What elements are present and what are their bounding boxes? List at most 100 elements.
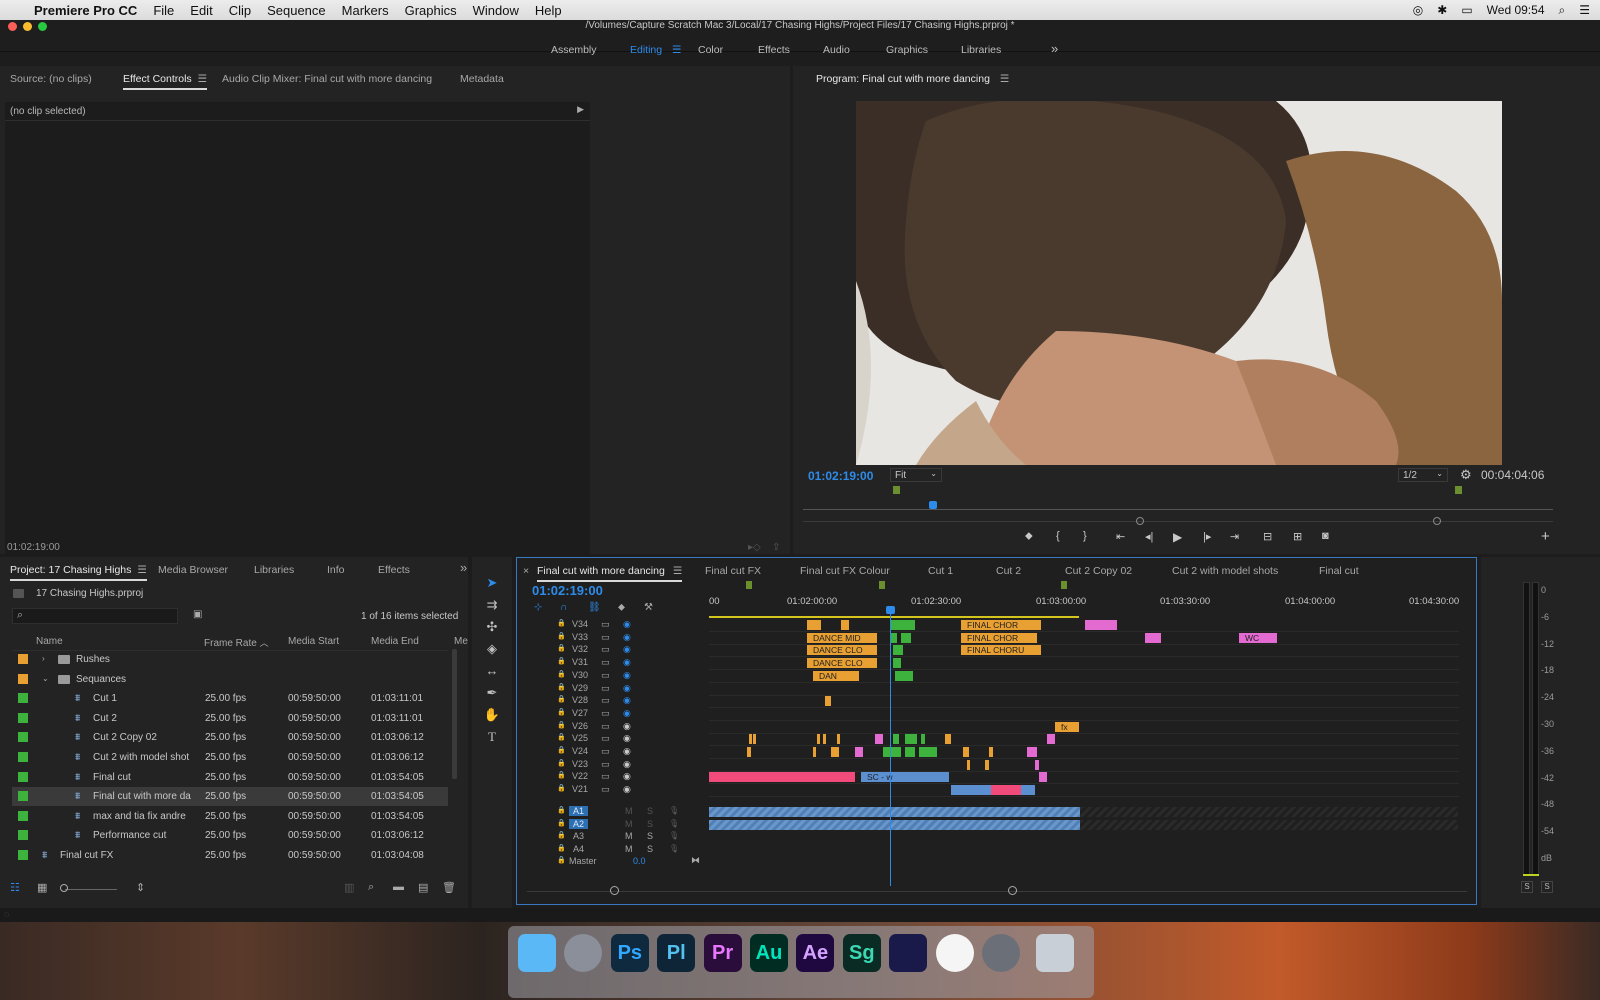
- project-sequence-row[interactable]: ⩩ Cut 2 with model shot 25.00 fps 00:59:50:…: [12, 748, 448, 767]
- project-search-input[interactable]: ⌕: [12, 608, 178, 624]
- linked-selection-icon[interactable]: ⛓: [588, 602, 601, 613]
- audio-track-label[interactable]: A3: [569, 831, 588, 841]
- solo-track-button[interactable]: S: [647, 806, 653, 816]
- video-clip[interactable]: [855, 747, 863, 757]
- track-lock-icon[interactable]: 🔒: [557, 657, 566, 665]
- label-color-swatch[interactable]: [18, 673, 28, 684]
- video-clip[interactable]: WC: [1239, 632, 1277, 643]
- thumbnail-zoom-slider[interactable]: [65, 889, 117, 890]
- panel-menu-icon[interactable]: ☰: [198, 73, 207, 85]
- extract-icon[interactable]: ⊞: [1293, 530, 1302, 543]
- project-scrollbar[interactable]: [452, 649, 457, 779]
- video-clip[interactable]: [905, 734, 917, 745]
- video-clip[interactable]: DANCE CLO: [807, 645, 877, 656]
- project-sequence-row[interactable]: ⩩ Final cut FX 25.00 fps 00:59:50:00 01:03:0…: [12, 846, 448, 865]
- toggle-track-output-eye-icon[interactable]: ◉: [623, 784, 631, 795]
- video-clip[interactable]: [989, 747, 993, 757]
- project-bin-row[interactable]: ⌄ Sequances: [12, 670, 448, 689]
- workspace-editing[interactable]: Editing: [630, 44, 662, 56]
- track-lock-icon[interactable]: 🔒: [557, 695, 566, 703]
- razor-tool-icon[interactable]: ◈: [482, 641, 502, 659]
- sync-lock-icon[interactable]: ▭: [601, 644, 610, 655]
- panel-menu-icon[interactable]: ☰: [1000, 73, 1009, 85]
- dock-itunes-icon[interactable]: [935, 934, 974, 972]
- panel-overflow-icon[interactable]: »: [460, 560, 467, 575]
- step-forward-icon[interactable]: |▸: [1203, 530, 1211, 543]
- video-clip[interactable]: [825, 696, 831, 707]
- video-clip[interactable]: [1145, 632, 1161, 643]
- sort-icon[interactable]: ⇕: [136, 881, 145, 894]
- panel-menu-icon[interactable]: ☰: [137, 564, 146, 576]
- project-sequence-row[interactable]: ⩩ Cut 2 25.00 fps 00:59:50:00 01:03:11:01: [12, 709, 448, 728]
- video-clip[interactable]: [985, 759, 989, 770]
- zoom-slider-handle[interactable]: [60, 884, 68, 892]
- sequence-marker[interactable]: [1061, 581, 1067, 589]
- label-color-swatch[interactable]: [18, 693, 28, 704]
- video-clip[interactable]: [753, 734, 756, 745]
- program-playhead[interactable]: [929, 501, 937, 509]
- toggle-track-output-eye-icon[interactable]: ◉: [623, 708, 631, 719]
- sync-lock-icon[interactable]: ▭: [601, 657, 610, 668]
- dock-trash-icon[interactable]: [1036, 934, 1075, 972]
- col-media-end[interactable]: Media End: [371, 636, 419, 647]
- scroll-handle-right[interactable]: [1008, 886, 1017, 895]
- audio-track-label[interactable]: A1: [569, 806, 589, 816]
- solo-track-button[interactable]: S: [647, 819, 653, 829]
- video-clip[interactable]: [823, 734, 826, 745]
- clock[interactable]: Wed 09:54: [1487, 3, 1545, 17]
- menu-clip[interactable]: Clip: [229, 3, 251, 18]
- tab-seq-final-cut-more-dancing[interactable]: Final cut with more dancing ☰: [537, 565, 683, 582]
- video-clip[interactable]: [991, 785, 1021, 796]
- slip-tool-icon[interactable]: ↔: [482, 663, 502, 681]
- sync-lock-icon[interactable]: ▭: [601, 695, 610, 706]
- mute-track-button[interactable]: M: [625, 831, 633, 841]
- project-sequence-row[interactable]: ⩩ Final cut with more da 25.00 fps 00:59:50…: [12, 787, 448, 807]
- creative-cloud-icon[interactable]: ◎: [1413, 3, 1423, 17]
- add-marker-icon[interactable]: ⬥: [1025, 530, 1033, 543]
- toggle-track-output-eye-icon[interactable]: ◉: [623, 644, 631, 655]
- go-to-in-icon[interactable]: ⇤: [1116, 530, 1125, 543]
- chevron-down-icon[interactable]: ⌄: [42, 674, 49, 683]
- close-sequence-icon[interactable]: ×: [523, 565, 529, 577]
- col-name[interactable]: Name: [36, 636, 63, 647]
- timeline-timecode[interactable]: 01:02:19:00: [532, 583, 603, 598]
- settings-wrench-icon[interactable]: ⚙: [1460, 467, 1472, 483]
- sync-lock-icon[interactable]: ▭: [601, 759, 610, 770]
- voice-over-record-icon[interactable]: 🎙: [669, 844, 679, 853]
- dock-premiere-icon[interactable]: Pr: [703, 934, 742, 972]
- video-clip[interactable]: [841, 620, 849, 630]
- expand-timeline-arrow-icon[interactable]: ▶: [577, 104, 584, 115]
- menu-help[interactable]: Help: [535, 3, 562, 18]
- label-color-swatch[interactable]: [18, 752, 28, 762]
- audio-clip[interactable]: [709, 807, 1080, 817]
- video-clip[interactable]: [895, 670, 913, 681]
- video-clip[interactable]: FINAL CHOR: [961, 632, 1037, 643]
- label-color-swatch[interactable]: [18, 771, 28, 782]
- audio-track-label[interactable]: A2: [569, 818, 589, 829]
- trash-icon[interactable]: 🗑: [442, 881, 456, 894]
- snap-magnet-icon[interactable]: ∩: [560, 602, 567, 613]
- zoom-handle-right[interactable]: [1433, 517, 1441, 525]
- timeline-settings-wrench-icon[interactable]: ⚒: [644, 602, 653, 613]
- step-back-icon[interactable]: ◂|: [1145, 530, 1153, 543]
- type-tool-icon[interactable]: T: [482, 729, 502, 747]
- work-area-bar[interactable]: [709, 616, 1079, 618]
- audio-clip[interactable]: [709, 819, 1080, 830]
- program-scrubber-bar[interactable]: [803, 509, 1553, 510]
- toggle-track-output-eye-icon[interactable]: ◉: [623, 619, 631, 630]
- timeline-playhead[interactable]: [890, 608, 891, 886]
- track-lock-icon[interactable]: 🔒: [557, 856, 566, 864]
- track-lock-icon[interactable]: 🔒: [557, 708, 566, 716]
- label-color-swatch[interactable]: [18, 810, 28, 821]
- tab-seq-final-cut-fx-colour[interactable]: Final cut FX Colour: [800, 565, 890, 577]
- sync-lock-icon[interactable]: ▭: [601, 746, 610, 757]
- track-lock-icon[interactable]: 🔒: [557, 784, 566, 792]
- video-clip[interactable]: [831, 747, 839, 757]
- new-bin-icon[interactable]: ▬: [393, 881, 404, 893]
- ripple-edit-tool-icon[interactable]: ✣: [482, 619, 502, 637]
- toggle-track-output-eye-icon[interactable]: ◉: [623, 771, 631, 782]
- video-clip[interactable]: SC - w: [861, 772, 949, 783]
- video-clip[interactable]: [875, 734, 883, 745]
- export-frame-icon[interactable]: ◙: [1322, 530, 1329, 542]
- video-clip[interactable]: [709, 772, 855, 783]
